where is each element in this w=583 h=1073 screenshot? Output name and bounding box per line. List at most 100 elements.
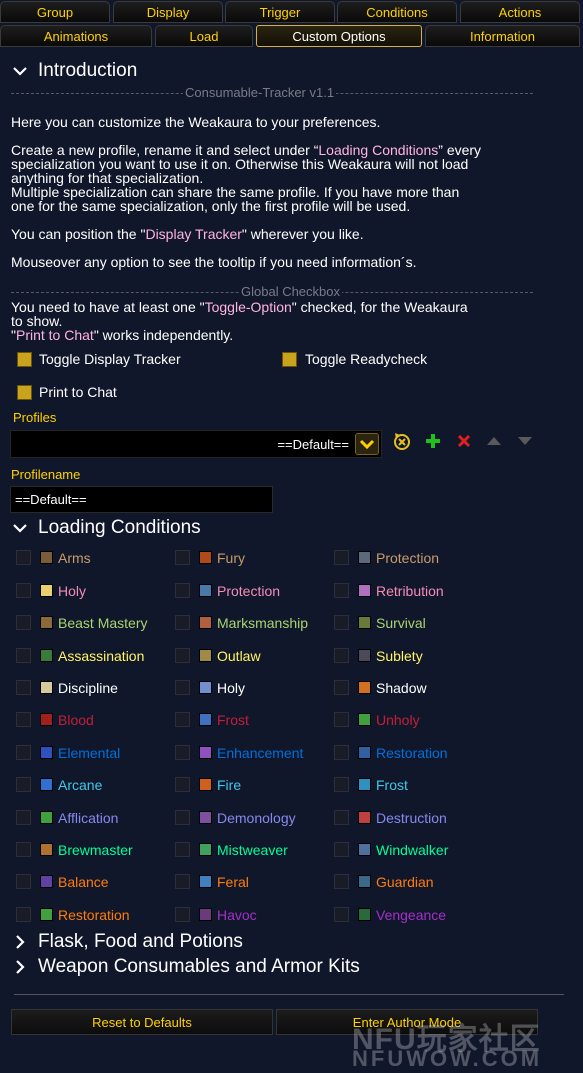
spec-checkbox[interactable]: [175, 680, 190, 695]
spec-checkbox[interactable]: [175, 874, 190, 889]
spec-checkbox[interactable]: [334, 906, 349, 922]
tab-custom-options[interactable]: Custom Options: [256, 25, 422, 47]
spec-icon: [199, 648, 212, 662]
introduction-header[interactable]: Introduction: [12, 60, 137, 82]
flask-food-potions-header[interactable]: Flask, Food and Potions: [12, 931, 243, 953]
spec-checkbox[interactable]: [175, 809, 190, 825]
toggle-readycheck-checkbox[interactable]: [282, 352, 297, 367]
tab-animations[interactable]: Animations: [0, 25, 152, 47]
spec-label: Enhancement: [217, 744, 304, 761]
tab-conditions[interactable]: Conditions: [337, 1, 457, 23]
spec-icon: [199, 778, 212, 791]
tab-load[interactable]: Load: [155, 25, 253, 47]
spec-icon: [358, 551, 371, 564]
profilename-field[interactable]: [10, 486, 273, 513]
spec-label: Sublety: [376, 647, 423, 664]
spec-checkbox[interactable]: [175, 744, 190, 760]
spec-checkbox[interactable]: [175, 906, 190, 922]
delete-profile-icon[interactable]: [454, 431, 474, 451]
spec-checkbox[interactable]: [175, 712, 190, 727]
spec-checkbox[interactable]: [16, 906, 31, 922]
spec-checkbox[interactable]: [16, 680, 31, 695]
spec-checkbox[interactable]: [175, 550, 190, 565]
spec-checkbox[interactable]: [334, 712, 349, 727]
spec-label: Holy: [217, 680, 246, 696]
spec-checkbox[interactable]: [175, 582, 190, 598]
spec-checkbox[interactable]: [334, 809, 349, 825]
weapon-consumables-header[interactable]: Weapon Consumables and Armor Kits: [12, 956, 360, 978]
chevron-right-icon: [16, 935, 25, 949]
tab-information[interactable]: Information: [425, 25, 580, 47]
reset-profile-icon[interactable]: [392, 431, 412, 451]
print-info-line: "Print to Chat" works independently.: [11, 327, 234, 343]
move-up-icon[interactable]: [484, 431, 504, 451]
spec-label: Arcane: [58, 777, 103, 793]
spec-label: Arms: [58, 550, 91, 566]
spec-checkbox[interactable]: [16, 582, 31, 598]
spec-checkbox[interactable]: [16, 842, 31, 857]
spec-label: Brewmaster: [58, 842, 133, 858]
tab-group[interactable]: Group: [0, 1, 110, 23]
spec-checkbox[interactable]: [175, 615, 190, 630]
spec-icon: [358, 648, 371, 662]
tab-actions[interactable]: Actions: [460, 1, 580, 23]
spec-checkbox[interactable]: [16, 809, 31, 825]
spec-checkbox[interactable]: [16, 712, 31, 727]
spec-label: Elemental: [58, 744, 121, 761]
intro-paragraph-2-line2: specialization you want to use it on. Ot…: [11, 156, 469, 172]
tab-display[interactable]: Display: [113, 1, 223, 23]
spec-icon: [358, 713, 371, 726]
introduction-title: Introduction: [38, 60, 138, 81]
tab-trigger[interactable]: Trigger: [225, 1, 335, 23]
toggle-display-tracker-label: Toggle Display Tracker: [39, 351, 181, 367]
spec-checkbox[interactable]: [175, 777, 190, 792]
spec-icon: [40, 648, 53, 662]
spec-checkbox[interactable]: [16, 550, 31, 565]
profiles-dropdown[interactable]: ==Default==: [10, 430, 382, 458]
spec-checkbox[interactable]: [175, 647, 190, 663]
toggle-display-tracker-checkbox[interactable]: [17, 352, 32, 367]
spec-checkbox[interactable]: [16, 647, 31, 663]
intro-paragraph-2-line3: anything for that specialization.: [11, 170, 204, 186]
profiles-label: Profiles: [13, 410, 57, 425]
spec-icon: [40, 907, 53, 921]
add-profile-icon[interactable]: [423, 431, 443, 451]
spec-label: Havoc: [217, 906, 257, 923]
spec-checkbox[interactable]: [334, 550, 349, 565]
spec-checkbox[interactable]: [334, 582, 349, 598]
spec-checkbox[interactable]: [16, 744, 31, 760]
spec-checkbox[interactable]: [16, 615, 31, 630]
spec-label: Marksmanship: [217, 615, 309, 631]
spec-checkbox[interactable]: [334, 874, 349, 889]
profilename-input[interactable]: [11, 487, 272, 512]
spec-label: Demonology: [217, 809, 296, 826]
version-text: Consumable-Tracker v1.1: [183, 85, 337, 100]
spec-label: Vengeance: [376, 906, 447, 923]
profiles-dropdown-button[interactable]: [355, 433, 379, 455]
spec-checkbox[interactable]: [175, 842, 190, 857]
spec-icon: [358, 681, 371, 694]
loading-conditions-header[interactable]: Loading Conditions: [12, 517, 201, 539]
spec-checkbox[interactable]: [16, 777, 31, 792]
spec-checkbox[interactable]: [334, 615, 349, 630]
spec-checkbox[interactable]: [334, 680, 349, 695]
spec-checkbox[interactable]: [334, 842, 349, 857]
spec-icon: [199, 681, 212, 694]
spec-icon: [40, 875, 53, 888]
spec-checkbox[interactable]: [334, 647, 349, 663]
chevron-down-icon: [359, 439, 375, 450]
spec-icon: [358, 843, 371, 856]
spec-icon: [199, 551, 212, 564]
print-to-chat-checkbox[interactable]: [17, 385, 32, 400]
spec-checkbox[interactable]: [16, 874, 31, 889]
chevron-down-icon: [13, 524, 27, 533]
spec-icon: [40, 778, 53, 791]
spec-label: Feral: [217, 874, 249, 890]
spec-icon: [40, 810, 53, 824]
reset-to-defaults-button[interactable]: Reset to Defaults: [11, 1009, 273, 1035]
spec-checkbox[interactable]: [334, 744, 349, 760]
move-down-icon[interactable]: [515, 431, 535, 451]
spec-label: Fire: [217, 777, 242, 793]
spec-checkbox[interactable]: [334, 777, 349, 792]
spec-label: Restoration: [58, 906, 130, 923]
